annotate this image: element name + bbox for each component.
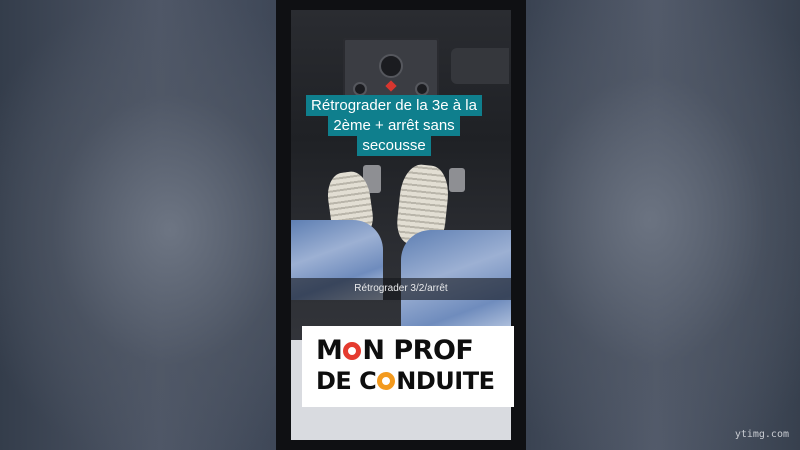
logo-line-2: DE C NDUITE: [316, 367, 495, 395]
caption-text: Rétrograder de la 3e à la 2ème + arrêt s…: [306, 95, 482, 156]
air-vent: [451, 48, 509, 84]
video-caption: Rétrograder de la 3e à la 2ème + arrêt s…: [306, 95, 482, 156]
brand-logo: MN PROF DE C NDUITE: [302, 326, 514, 407]
logo-ring-red-icon: [343, 342, 362, 360]
dial-knob-small: [415, 82, 429, 96]
source-watermark: ytimg.com: [734, 429, 789, 440]
pedal: [449, 168, 465, 192]
logo-ring-orange-icon: [377, 372, 396, 390]
bottom-caption-bar: Rétrograder 3/2/arrêt: [291, 278, 511, 300]
dial-knob: [379, 54, 403, 78]
hazard-icon: [385, 80, 397, 92]
logo-line-1: MN PROF: [316, 335, 474, 366]
dial-knob-small: [353, 82, 367, 96]
